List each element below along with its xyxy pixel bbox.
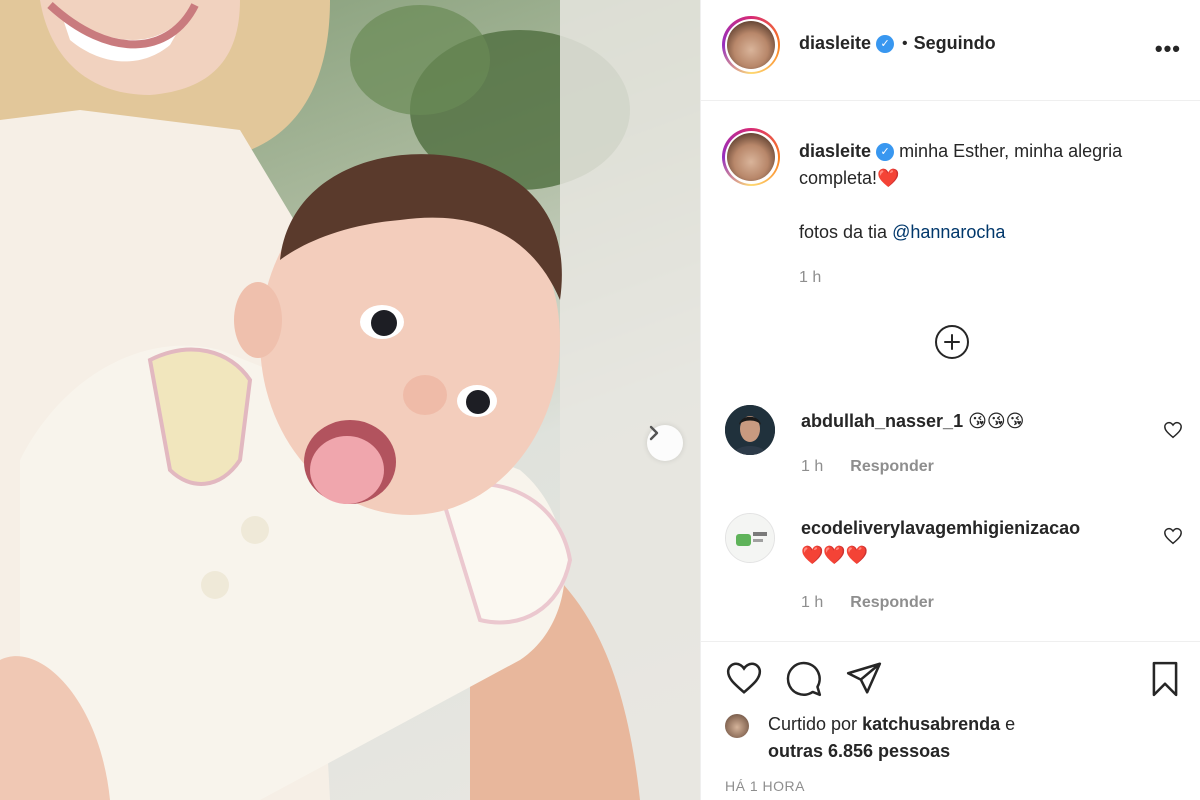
reply-button[interactable]: Responder xyxy=(850,594,934,611)
verified-badge-icon: ✓ xyxy=(876,34,895,53)
commenter-username[interactable]: abdullah_nasser_1 xyxy=(801,411,963,431)
post-actions: Curtido por katchusabrenda e outras 6.85… xyxy=(701,641,1200,800)
commenter-avatar[interactable] xyxy=(725,513,775,563)
save-bookmark-icon[interactable] xyxy=(1149,660,1181,698)
commenter-avatar[interactable] xyxy=(725,405,775,455)
post-timestamp[interactable]: HÁ 1 HORA xyxy=(725,778,805,794)
likes-count-link[interactable]: outras 6.856 pessoas xyxy=(768,741,950,761)
caption-mention-link[interactable]: @hannarocha xyxy=(892,222,1005,242)
plus-icon xyxy=(944,334,960,350)
like-heart-icon[interactable] xyxy=(725,660,763,696)
comment-item: ecodeliverylavagemhigienizacao ❤️❤️❤️ 1 … xyxy=(725,510,1185,620)
comment-item: abdullah_nasser_1 😘😘😘 1 h Responder xyxy=(725,403,1185,483)
author-username[interactable]: diasleite xyxy=(799,33,871,54)
more-options-icon[interactable]: ••• xyxy=(1155,36,1181,62)
comment-text: ❤️❤️❤️ xyxy=(801,545,869,565)
comment-like-heart-icon[interactable] xyxy=(1163,527,1183,545)
post-panel: diasleite ✓ • Seguindo ••• diasleite ✓ mi… xyxy=(700,0,1200,800)
chevron-right-icon xyxy=(649,425,659,441)
caption-credit: fotos da tia xyxy=(799,222,888,242)
comment-text: 😘😘😘 xyxy=(968,411,1025,431)
caption: diasleite ✓ minha Esther, minha alegria c… xyxy=(799,138,1179,291)
post-photo[interactable] xyxy=(0,0,700,800)
liked-connector: e xyxy=(1005,714,1016,734)
comment-bubble-icon[interactable] xyxy=(785,660,823,698)
caption-avatar[interactable] xyxy=(722,128,780,186)
commenter-username[interactable]: ecodeliverylavagemhigienizacao xyxy=(801,518,1080,538)
liked-prefix: Curtido por xyxy=(768,714,858,734)
comment-like-heart-icon[interactable] xyxy=(1163,421,1183,439)
liked-by: Curtido por katchusabrenda e outras 6.85… xyxy=(725,711,1015,765)
caption-username[interactable]: diasleite xyxy=(799,141,871,161)
comment-time[interactable]: 1 h xyxy=(801,594,823,611)
following-button[interactable]: Seguindo xyxy=(914,33,996,54)
verified-badge-icon: ✓ xyxy=(876,143,895,162)
caption-time[interactable]: 1 h xyxy=(799,264,1179,291)
photo-illustration xyxy=(0,0,700,800)
heart-emoji: ❤️ xyxy=(877,168,900,188)
liker-avatar[interactable] xyxy=(725,714,749,738)
next-photo-button[interactable] xyxy=(647,425,683,461)
load-more-comments-button[interactable] xyxy=(935,325,969,359)
comment-time[interactable]: 1 h xyxy=(801,458,823,475)
separator-dot: • xyxy=(902,34,908,52)
liker-username[interactable]: katchusabrenda xyxy=(862,714,1000,734)
post-header: diasleite ✓ • Seguindo ••• xyxy=(701,0,1200,101)
share-paper-plane-icon[interactable] xyxy=(845,660,883,696)
author-avatar[interactable] xyxy=(722,16,780,74)
reply-button[interactable]: Responder xyxy=(850,458,934,475)
